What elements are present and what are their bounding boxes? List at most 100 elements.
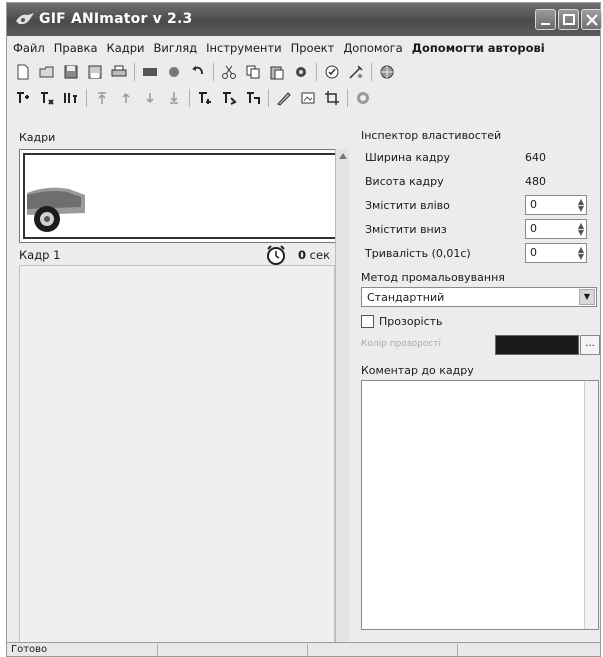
offset-down-row: Змістити вниз 0 ▲ ▼ <box>361 217 601 241</box>
image-button[interactable] <box>140 63 160 81</box>
offset-left-label: Змістити вліво <box>365 199 450 212</box>
move-down-icon <box>146 93 154 104</box>
title-bar: GIF ANImator v 2.3 <box>7 3 602 36</box>
cut-button[interactable] <box>219 63 239 81</box>
chevron-down-icon[interactable]: ▼ <box>579 289 595 305</box>
crop-button[interactable] <box>322 89 342 107</box>
copy-button[interactable] <box>243 63 263 81</box>
settings-button[interactable] <box>291 63 311 81</box>
frames-toolbar <box>13 86 594 110</box>
merge-frame-button[interactable] <box>219 89 239 107</box>
comment-scrollbar[interactable] <box>584 381 598 629</box>
insert-frame-button[interactable] <box>13 89 33 107</box>
frame-height-row: Висота кадру 480 <box>361 169 601 193</box>
play-button[interactable] <box>353 89 373 107</box>
toolbar-separator <box>189 89 190 107</box>
toolbar-separator <box>268 89 269 107</box>
menu-view[interactable]: Вигляд <box>153 41 197 55</box>
frame-delay-value: 0 <box>298 248 307 262</box>
scroll-up-icon[interactable] <box>339 153 347 159</box>
move-down-button[interactable] <box>140 89 160 107</box>
clock-icon[interactable] <box>265 244 287 266</box>
move-up-button[interactable] <box>116 89 136 107</box>
menu-frames[interactable]: Кадри <box>107 41 145 55</box>
crop-icon <box>325 91 339 105</box>
color-picker-button[interactable]: ... <box>580 335 600 355</box>
save-as-button[interactable] <box>85 63 105 81</box>
web-button[interactable] <box>377 63 397 81</box>
save-button[interactable] <box>61 63 81 81</box>
edit-button[interactable] <box>274 89 294 107</box>
add-frame-button[interactable] <box>37 89 57 107</box>
frame-canvas[interactable] <box>19 265 335 645</box>
transparency-color-swatch <box>495 335 579 355</box>
play-icon <box>357 92 369 104</box>
toolbar-separator <box>134 63 135 81</box>
add-frame-icon <box>41 92 54 105</box>
duration-label: Тривалість (0,01с) <box>365 247 471 260</box>
render-method-label: Метод промальовування <box>361 271 505 284</box>
paint-button[interactable] <box>164 63 184 81</box>
menu-project[interactable]: Проект <box>291 41 335 55</box>
car-image <box>27 187 85 232</box>
merge-frame-icon <box>223 92 237 105</box>
preview-button[interactable] <box>298 89 318 107</box>
frame-props-button[interactable] <box>61 89 81 107</box>
status-separator <box>307 644 308 656</box>
wizard-button[interactable] <box>322 63 342 81</box>
frame-comment-textarea[interactable] <box>361 380 599 630</box>
transparency-row[interactable]: Прозорість <box>361 315 601 328</box>
transparency-checkbox[interactable] <box>361 315 374 328</box>
resize-frame-icon <box>247 92 260 104</box>
paste-button[interactable] <box>267 63 287 81</box>
optimize-button[interactable] <box>346 63 366 81</box>
duration-spinner[interactable]: 0 ▲ ▼ <box>525 243 587 263</box>
toolbar-separator <box>213 63 214 81</box>
print-button[interactable] <box>109 63 129 81</box>
transparency-color-row: Колір прозорості ... <box>361 332 601 358</box>
menu-tools[interactable]: Інструменти <box>206 41 281 55</box>
frames-scrollbar[interactable] <box>335 149 349 645</box>
frame-number-label: Кадр 1 <box>19 248 61 262</box>
spinner-arrows-icon[interactable]: ▲ ▼ <box>578 246 584 261</box>
menu-support-author[interactable]: Допомогти авторові <box>412 41 545 55</box>
offset-left-value: 0 <box>530 198 537 211</box>
frame-thumbnail[interactable] <box>23 153 341 239</box>
render-method-value: Стандартний <box>367 291 445 304</box>
open-icon <box>39 66 54 78</box>
new-file-button[interactable] <box>13 63 33 81</box>
frame-comment-label: Коментар до кадру <box>361 364 474 377</box>
move-top-button[interactable] <box>92 89 112 107</box>
move-bottom-button[interactable] <box>164 89 184 107</box>
frame-width-row: Ширина кадру 640 <box>361 145 601 169</box>
frames-list[interactable] <box>19 149 349 243</box>
status-bar: Готово <box>7 642 600 656</box>
transparency-color-label: Колір прозорості <box>361 339 442 349</box>
menu-file[interactable]: Файл <box>13 41 45 55</box>
offset-left-spinner[interactable]: 0 ▲ ▼ <box>525 195 587 215</box>
undo-button[interactable] <box>188 63 208 81</box>
toolbar-separator <box>86 89 87 107</box>
app-logo-icon <box>16 13 34 25</box>
close-button[interactable] <box>581 9 602 30</box>
maximize-button[interactable] <box>558 9 579 30</box>
move-bottom-icon <box>170 92 178 104</box>
copy-icon <box>246 65 260 79</box>
status-separator <box>157 644 158 656</box>
frame-props-icon <box>64 93 77 103</box>
settings-icon <box>296 67 306 77</box>
minimize-icon <box>541 23 550 25</box>
open-button[interactable] <box>37 63 57 81</box>
render-method-select[interactable]: Стандартний ▼ <box>361 287 597 307</box>
menu-help[interactable]: Допомога <box>343 41 402 55</box>
resize-frame-button[interactable] <box>243 89 263 107</box>
offset-down-value: 0 <box>530 222 537 235</box>
transparency-label: Прозорість <box>379 315 443 328</box>
spinner-arrows-icon[interactable]: ▲ ▼ <box>578 222 584 237</box>
minimize-button[interactable] <box>535 9 556 30</box>
spinner-arrows-icon[interactable]: ▲ ▼ <box>578 198 584 213</box>
split-frame-button[interactable] <box>195 89 215 107</box>
offset-down-spinner[interactable]: 0 ▲ ▼ <box>525 219 587 239</box>
menu-edit[interactable]: Правка <box>54 41 98 55</box>
toolbar-separator <box>371 63 372 81</box>
